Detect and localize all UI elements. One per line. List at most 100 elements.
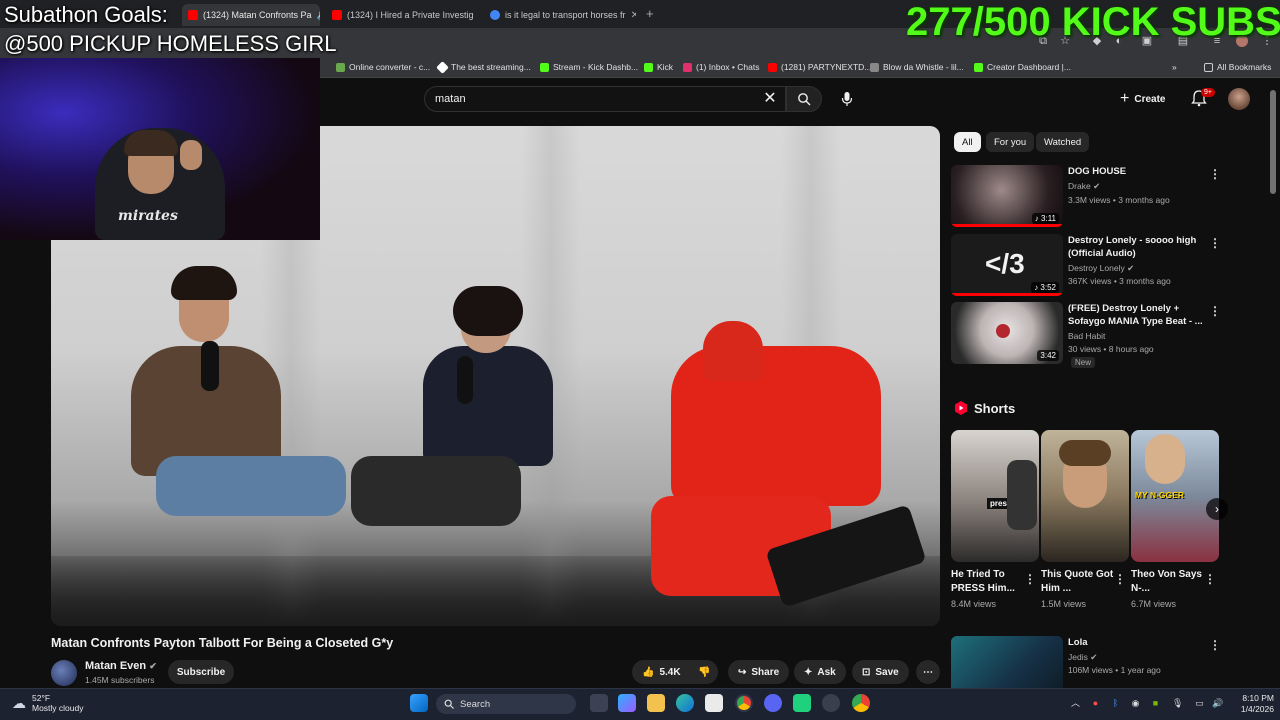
app-icon[interactable] [793, 694, 811, 712]
obs-icon[interactable] [822, 694, 840, 712]
chrome-icon[interactable] [735, 694, 753, 712]
youtube-favicon-icon [188, 10, 198, 20]
chip-watched[interactable]: Watched [1036, 132, 1090, 152]
short-thumbnail[interactable] [1041, 430, 1129, 562]
more-vert-icon[interactable]: ⋮ [1209, 304, 1221, 318]
channel-name[interactable]: Matan Even ✔ [85, 660, 157, 672]
tab-title: is it legal to transport horses fr [505, 10, 626, 20]
bookmark-creator-dashboard[interactable]: Creator Dashboard |... [974, 60, 1071, 74]
chip-all[interactable]: All [954, 132, 981, 152]
thumbnail-accent [996, 324, 1010, 338]
weather-widget[interactable]: ☁ 52°F Mostly cloudy [12, 693, 84, 713]
edge-icon[interactable] [676, 694, 694, 712]
recommendation-item[interactable]: Lola Jedis ✔ 106M views • 1 year ago ⋮ [951, 636, 1221, 688]
nvidia-icon[interactable]: ■ [1150, 698, 1161, 709]
subscribe-button[interactable]: Subscribe [168, 660, 234, 684]
short-thumbnail[interactable]: MY N-GGER [1131, 430, 1219, 562]
speaker-icon[interactable]: 🔊 [317, 10, 320, 21]
shorts-header: Shorts [954, 400, 1015, 416]
more-vert-icon[interactable]: ⋮ [1209, 638, 1221, 652]
clear-search-icon[interactable]: ✕ [760, 88, 780, 110]
bluetooth-icon[interactable]: ᛒ [1110, 698, 1121, 709]
bookmark-online-converter[interactable]: Online converter - c... [336, 60, 430, 74]
channel-name-text: Matan Even [85, 660, 147, 672]
short-thumbnail[interactable]: press [951, 430, 1039, 562]
taskbar-search[interactable]: Search [436, 694, 576, 714]
bookmark-kick[interactable]: Kick [644, 60, 673, 74]
more-vert-icon[interactable]: ⋮ [1204, 572, 1216, 586]
verified-icon: ✔ [1127, 263, 1135, 273]
bookmark-best-streaming[interactable]: The best streaming... [436, 60, 531, 74]
bookmark-kick-dashboard[interactable]: Stream - Kick Dashb... [540, 60, 638, 74]
more-vert-icon[interactable]: ⋮ [1024, 572, 1036, 586]
tray-app-icon[interactable]: ● [1090, 698, 1101, 709]
streamer-webcam: mirates [0, 58, 320, 240]
share-button[interactable]: ↪ Share [728, 660, 790, 684]
recommendation-channel: Bad Habit [1068, 331, 1106, 341]
chip-for-you[interactable]: For you [986, 132, 1035, 152]
network-icon[interactable]: ▭ [1194, 698, 1205, 709]
save-label: Save [875, 666, 899, 678]
kick-icon [644, 62, 653, 72]
short-views: 1.5M views [1041, 599, 1087, 609]
more-vert-icon[interactable]: ⋮ [1209, 167, 1221, 181]
recommendation-item[interactable]: ♪ 3:11 DOG HOUSE Drake ✔ 3.3M views • 3 … [951, 165, 1221, 229]
bookmark-blow-da-whistle[interactable]: Blow da Whistle - lil... [870, 60, 964, 74]
subathon-goals-title: Subathon Goals: [4, 2, 168, 27]
streamer-hair [124, 130, 178, 156]
tab-horses-search[interactable]: is it legal to transport horses fr ✕ [484, 4, 636, 26]
voice-search-button[interactable] [836, 88, 858, 110]
ask-button[interactable]: ✦ Ask [794, 660, 846, 684]
task-view-icon[interactable] [590, 694, 608, 712]
tab-matan-confronts[interactable]: (1324) Matan Confronts Pa 🔊 ✕ [182, 4, 320, 26]
channel-avatar[interactable] [51, 660, 77, 686]
bookmark-inbox[interactable]: (1) Inbox • Chats [683, 60, 759, 74]
thumbnail-text: </3 [985, 248, 1025, 279]
store-icon[interactable] [705, 694, 723, 712]
more-vert-icon[interactable]: ⋮ [1209, 236, 1221, 250]
person-left-hair [171, 266, 237, 300]
volume-icon[interactable]: 🔊 [1212, 698, 1223, 709]
windows-start-icon[interactable] [410, 694, 428, 712]
bookmark-favicon-icon [336, 62, 345, 72]
search-input[interactable]: matan [424, 86, 786, 112]
all-bookmarks[interactable]: All Bookmarks [1204, 60, 1271, 74]
short-figure [1007, 460, 1037, 530]
more-actions-button[interactable]: ⋯ [916, 660, 940, 684]
recommendation-item[interactable]: </3 ♪ 3:52 Destroy Lonely - soooo high (… [951, 234, 1221, 298]
short-title[interactable]: This Quote Got Him ... [1041, 568, 1119, 596]
recommendation-item[interactable]: 3:42 (FREE) Destroy Lonely + Sofaygo MAN… [951, 302, 1221, 372]
more-horiz-icon: ⋯ [923, 666, 933, 678]
youtube-favicon-icon [768, 62, 777, 72]
dislike-button[interactable]: 👎 [692, 660, 718, 684]
like-button[interactable]: 👍 5.4K [632, 660, 692, 684]
google-favicon-icon [490, 10, 500, 20]
more-vert-icon[interactable]: ⋮ [1114, 572, 1126, 586]
shorts-next-button[interactable]: › [1206, 498, 1228, 520]
bookmark-label: Online converter - c... [349, 62, 431, 72]
mic-icon [841, 92, 853, 106]
file-explorer-icon[interactable] [647, 694, 665, 712]
search-button[interactable] [786, 86, 822, 112]
copilot-icon[interactable] [618, 694, 636, 712]
tab-private-investigator[interactable]: (1324) I Hired a Private Investig ✕ [326, 4, 474, 26]
tray-app-icon[interactable]: ◉ [1130, 698, 1141, 709]
taskbar-clock[interactable]: 8:10 PM 1/4/2026 [1230, 693, 1274, 715]
page-scrollbar[interactable] [1270, 90, 1276, 194]
short-title[interactable]: He Tried To PRESS Him... [951, 568, 1029, 596]
close-tab-icon[interactable]: ✕ [631, 10, 636, 21]
bookmark-partynextdoor[interactable]: (1281) PARTYNEXTD... [768, 60, 871, 74]
short-title[interactable]: Theo Von Says N-... [1131, 568, 1209, 596]
create-button[interactable]: + Create [1120, 88, 1165, 110]
bookmarks-overflow-icon[interactable]: » [1172, 60, 1177, 74]
new-tab-icon[interactable]: + [646, 6, 654, 21]
discord-icon[interactable] [764, 694, 782, 712]
tray-overflow-icon[interactable]: ︿ [1070, 698, 1081, 709]
save-button[interactable]: ⊡ Save [852, 660, 909, 684]
temperature: 52°F [32, 693, 51, 703]
channel-text: Drake [1068, 181, 1091, 191]
account-avatar[interactable] [1228, 88, 1250, 110]
microphone-tray-icon[interactable]: 🎙 [1172, 698, 1183, 709]
chrome-profile-icon[interactable] [852, 694, 870, 712]
bookmark-label: (1281) PARTYNEXTD... [781, 62, 872, 72]
